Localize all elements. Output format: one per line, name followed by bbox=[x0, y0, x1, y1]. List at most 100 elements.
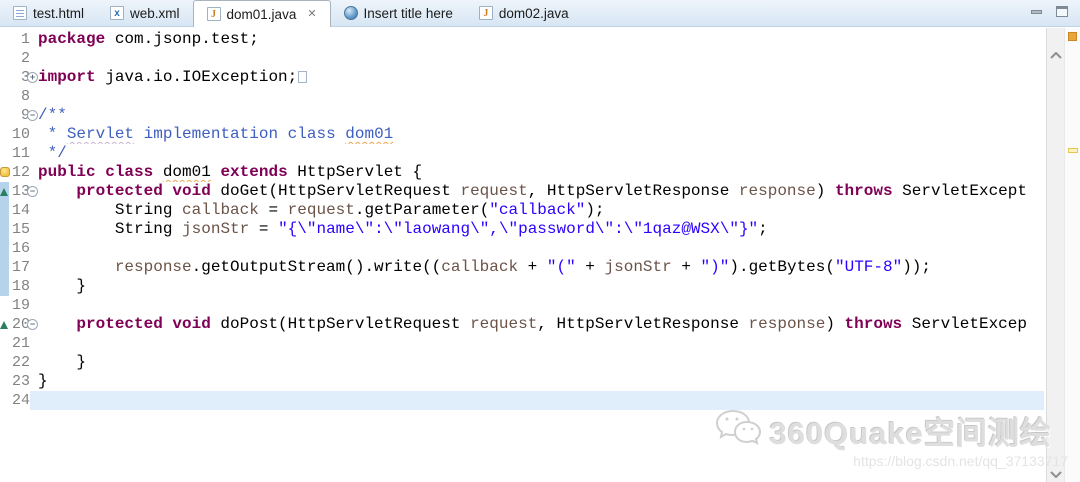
code-token: )); bbox=[902, 258, 931, 276]
tab-web-xml[interactable]: web.xml bbox=[97, 0, 193, 26]
code-token bbox=[153, 163, 163, 181]
code-token: */ bbox=[38, 144, 67, 162]
fold-minus-icon[interactable]: − bbox=[27, 186, 38, 197]
code-token: doPost(HttpServletRequest bbox=[211, 315, 470, 333]
code-token: dom01 bbox=[345, 125, 393, 143]
fold-column bbox=[30, 144, 38, 163]
tab-label: web.xml bbox=[130, 6, 180, 21]
fold-column bbox=[30, 353, 38, 372]
code-text[interactable]: import java.io.IOException; bbox=[38, 68, 1044, 87]
code-text[interactable] bbox=[38, 49, 1044, 68]
code-token: ServletExcept bbox=[893, 182, 1027, 200]
line-number: 12 bbox=[9, 163, 30, 182]
overview-warning-mid-marker-icon[interactable] bbox=[1068, 148, 1078, 153]
code-line: 13− protected void doGet(HttpServletRequ… bbox=[0, 182, 1044, 201]
tab-dom01-java[interactable]: dom01.java✕ bbox=[193, 0, 331, 27]
code-token: .getParameter( bbox=[355, 201, 489, 219]
code-token: com.jsonp.test; bbox=[105, 30, 259, 48]
code-text[interactable]: response.getOutputStream().write((callba… bbox=[38, 258, 1044, 277]
chevron-down-icon[interactable] bbox=[1050, 470, 1062, 478]
code-token: } bbox=[38, 353, 86, 371]
code-line: 10 * Servlet implementation class dom01 bbox=[0, 125, 1044, 144]
marker-column bbox=[0, 68, 9, 87]
fold-column bbox=[30, 30, 38, 49]
overview-warning-marker-icon[interactable] bbox=[1068, 32, 1077, 41]
editor-tab-bar: test.html web.xml dom01.java✕ Insert title … bbox=[0, 0, 1080, 27]
code-line: 11 */ bbox=[0, 144, 1044, 163]
line-number: 19 bbox=[9, 296, 30, 315]
line-number: 23 bbox=[9, 372, 30, 391]
code-text[interactable] bbox=[38, 239, 1044, 258]
minimize-icon[interactable] bbox=[1031, 10, 1042, 14]
code-line: 15 String jsonStr = "{\"name\":\"laowang… bbox=[0, 220, 1044, 239]
code-text[interactable]: protected void doPost(HttpServletRequest… bbox=[38, 315, 1044, 334]
line-number: 8 bbox=[9, 87, 30, 106]
code-token: "(" bbox=[547, 258, 576, 276]
code-text[interactable]: package com.jsonp.test; bbox=[38, 30, 1044, 49]
line-number: 16 bbox=[9, 239, 30, 258]
code-token: import bbox=[38, 68, 96, 86]
chevron-up-icon[interactable] bbox=[1050, 52, 1062, 60]
code-line: 22 } bbox=[0, 353, 1044, 372]
code-line: 2 bbox=[0, 49, 1044, 68]
line-number: 14 bbox=[9, 201, 30, 220]
fold-minus-icon[interactable]: − bbox=[27, 319, 38, 330]
code-token: package bbox=[38, 30, 105, 48]
code-token: ) bbox=[825, 315, 844, 333]
code-text[interactable]: String jsonStr = "{\"name\":\"laowang\",… bbox=[38, 220, 1044, 239]
code-token bbox=[211, 163, 221, 181]
code-text[interactable] bbox=[38, 391, 1044, 410]
line-number: 21 bbox=[9, 334, 30, 353]
code-text[interactable]: * Servlet implementation class dom01 bbox=[38, 125, 1044, 144]
code-text[interactable]: String callback = request.getParameter("… bbox=[38, 201, 1044, 220]
code-line: 18 } bbox=[0, 277, 1044, 296]
code-text[interactable] bbox=[38, 296, 1044, 315]
tab-dom02-java[interactable]: dom02.java bbox=[466, 0, 582, 26]
code-token: protected void bbox=[76, 315, 210, 333]
fold-plus-icon[interactable]: + bbox=[27, 72, 38, 83]
code-line: 9−/** bbox=[0, 106, 1044, 125]
java-file-icon bbox=[207, 7, 221, 21]
tab-close-icon[interactable]: ✕ bbox=[307, 9, 316, 20]
code-token: callback bbox=[441, 258, 518, 276]
code-text[interactable]: } bbox=[38, 372, 1044, 391]
tab-test-html[interactable]: test.html bbox=[0, 0, 97, 26]
warning-marker-icon[interactable] bbox=[0, 167, 10, 177]
fold-minus-icon[interactable]: − bbox=[27, 110, 38, 121]
fold-column bbox=[30, 334, 38, 353]
fold-column bbox=[30, 163, 38, 182]
tab-label: Insert title here bbox=[364, 6, 453, 21]
html-file-icon bbox=[13, 6, 27, 20]
code-line: 16 bbox=[0, 239, 1044, 258]
code-token: } bbox=[38, 277, 86, 295]
code-token: request bbox=[288, 201, 355, 219]
fold-column bbox=[30, 125, 38, 144]
code-token: ")" bbox=[701, 258, 730, 276]
fold-column bbox=[30, 277, 38, 296]
fold-column: + bbox=[30, 68, 38, 87]
code-text[interactable] bbox=[38, 334, 1044, 353]
code-editor[interactable]: 1package com.jsonp.test;23+import java.i… bbox=[0, 28, 1080, 482]
code-line: 20− protected void doPost(HttpServletReq… bbox=[0, 315, 1044, 334]
code-text[interactable]: } bbox=[38, 277, 1044, 296]
code-text[interactable]: protected void doGet(HttpServletRequest … bbox=[38, 182, 1044, 201]
tab-insert-title-here[interactable]: Insert title here bbox=[331, 0, 466, 26]
code-text[interactable]: public class dom01 extends HttpServlet { bbox=[38, 163, 1044, 182]
code-text[interactable]: */ bbox=[38, 144, 1044, 163]
change-bar bbox=[0, 258, 9, 277]
code-line: 24 bbox=[0, 391, 1044, 410]
maximize-icon[interactable] bbox=[1056, 6, 1068, 17]
code-line: 19 bbox=[0, 296, 1044, 315]
change-bar bbox=[0, 220, 9, 239]
fold-column bbox=[30, 391, 38, 410]
code-text[interactable] bbox=[38, 87, 1044, 106]
code-token: throws bbox=[845, 315, 903, 333]
vertical-scrollbar[interactable] bbox=[1046, 28, 1064, 482]
code-token: jsonStr bbox=[182, 220, 249, 238]
code-lines: 1package com.jsonp.test;23+import java.i… bbox=[0, 30, 1044, 410]
code-text[interactable]: } bbox=[38, 353, 1044, 372]
collapsed-code-icon[interactable] bbox=[298, 71, 307, 83]
fold-column: − bbox=[30, 106, 38, 125]
code-line: 17 response.getOutputStream().write((cal… bbox=[0, 258, 1044, 277]
code-text[interactable]: /** bbox=[38, 106, 1044, 125]
